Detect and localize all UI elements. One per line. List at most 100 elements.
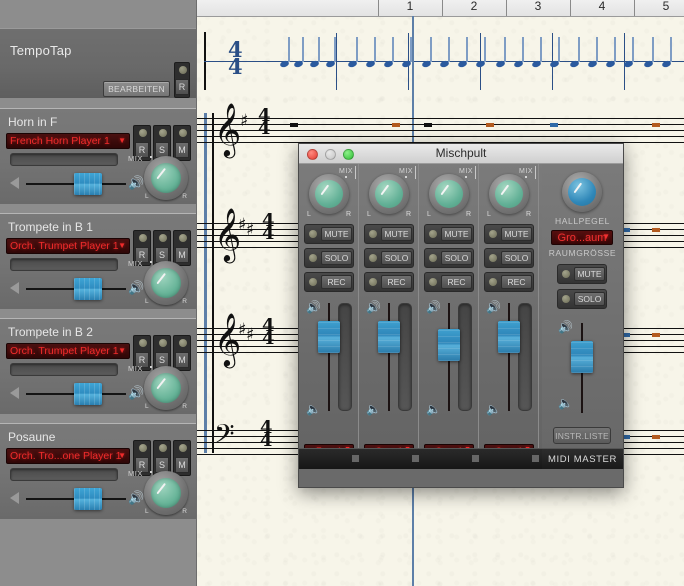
- note[interactable]: [290, 123, 298, 127]
- volume-high-icon: 🔊: [128, 385, 145, 400]
- track-mute-button[interactable]: M: [173, 335, 191, 371]
- fader-handle[interactable]: [318, 321, 340, 353]
- track-instrument-select[interactable]: French Horn Player 1 ▼: [6, 133, 130, 149]
- tempotap-edit-button[interactable]: BEARBEITEN: [103, 81, 170, 97]
- track-instrument-select[interactable]: Orch. Tro...one Player 1 ▼: [6, 448, 130, 464]
- channel-pan-knob[interactable]: L R: [487, 174, 531, 218]
- channel-rec-button[interactable]: REC: [484, 272, 534, 292]
- reverb-level-knob[interactable]: [562, 172, 602, 212]
- volume-handle[interactable]: [74, 173, 102, 195]
- note[interactable]: [652, 333, 660, 337]
- channel-volume-fader[interactable]: 🔊 🔈: [479, 299, 538, 419]
- tempotap-record-button[interactable]: R: [174, 62, 190, 98]
- volume-handle[interactable]: [74, 278, 102, 300]
- channel-volume-fader[interactable]: 🔊 🔈: [359, 299, 418, 419]
- channel-pan-knob[interactable]: L R: [367, 174, 411, 218]
- channel-rec-button[interactable]: REC: [364, 272, 414, 292]
- track-volume-slider[interactable]: 🔊: [8, 381, 144, 407]
- fader-handle[interactable]: [498, 321, 520, 353]
- track-strip-horn-in-f[interactable]: Horn in F French Horn Player 1 ▼ R S M M…: [0, 108, 196, 204]
- mix-dot-icon: [525, 176, 527, 178]
- channel-pan-knob[interactable]: L R: [427, 174, 471, 218]
- track-mute-button[interactable]: M: [173, 230, 191, 266]
- mixer-channel-trompete-in-b-1[interactable]: MIX L R MUTE SOLO REC 🔊 🔈: [359, 164, 419, 469]
- instrument-list-button[interactable]: INSTR.LISTE: [553, 427, 611, 444]
- mixer-scroll-footer[interactable]: [299, 448, 542, 469]
- channel-solo-button[interactable]: SOLO: [304, 248, 354, 268]
- master-volume-fader[interactable]: 🔊 🔈: [542, 319, 623, 439]
- channel-volume-fader[interactable]: 🔊 🔈: [419, 299, 478, 419]
- note[interactable]: [424, 123, 432, 127]
- channel-solo-button[interactable]: SOLO: [364, 248, 414, 268]
- note[interactable]: [392, 123, 400, 127]
- mixer-channel-posaune[interactable]: MIX L R MUTE SOLO REC 🔊 🔈: [479, 164, 539, 469]
- note[interactable]: [652, 435, 660, 439]
- master-mute-button[interactable]: MUTE: [557, 264, 607, 284]
- track-volume-slider[interactable]: 🔊: [8, 486, 144, 512]
- fader-track: [508, 303, 510, 411]
- mixer-body[interactable]: MIX L R MUTE SOLO REC 🔊 🔈 MIX L R MUTE S…: [299, 164, 623, 469]
- resize-grip-icon[interactable]: [472, 455, 479, 462]
- channel-rec-button[interactable]: REC: [424, 272, 474, 292]
- track-pan-knob[interactable]: L R: [144, 366, 188, 410]
- channel-volume-fader[interactable]: 🔊 🔈: [299, 299, 358, 419]
- resize-grip-icon[interactable]: [352, 455, 359, 462]
- fader-handle[interactable]: [378, 321, 400, 353]
- key-signature-sharp: ♯: [240, 111, 249, 131]
- raumgroesse-select[interactable]: Gro...aum ▼: [551, 230, 613, 245]
- note[interactable]: [652, 123, 660, 127]
- channel-mute-button[interactable]: MUTE: [364, 224, 414, 244]
- channel-solo-button[interactable]: SOLO: [424, 248, 474, 268]
- track-strip-posaune[interactable]: Posaune Orch. Tro...one Player 1 ▼ R S M…: [0, 423, 196, 519]
- track-name: Trompete in B 1: [8, 220, 93, 234]
- note[interactable]: [550, 123, 558, 127]
- track-list-panel[interactable]: TempoTap BEARBEITEN R Horn in F French H…: [0, 0, 197, 586]
- track-instrument-select[interactable]: Orch. Trumpet Player 1 ▼: [6, 238, 130, 254]
- track-instrument-select[interactable]: Orch. Trumpet Player 1 ▼: [6, 343, 130, 359]
- volume-high-icon: 🔊: [306, 300, 321, 314]
- track-volume-slider[interactable]: 🔊: [8, 276, 144, 302]
- volume-low-icon: [10, 387, 19, 399]
- channel-pan-knob[interactable]: L R: [307, 174, 351, 218]
- tempotap-strip[interactable]: TempoTap BEARBEITEN R: [0, 28, 196, 99]
- staff-horn-in-f[interactable]: 𝄞 ♯ 4 4: [196, 106, 684, 152]
- mixer-window[interactable]: Mischpult MIX L R MUTE SOLO REC 🔊 🔈 MIX …: [298, 143, 624, 488]
- track-name: Horn in F: [8, 115, 58, 129]
- mute-led-icon: [562, 270, 570, 278]
- mixer-titlebar[interactable]: Mischpult: [299, 144, 623, 164]
- note[interactable]: [486, 123, 494, 127]
- track-mute-button[interactable]: M: [173, 125, 191, 161]
- track-pan-knob[interactable]: L R: [144, 156, 188, 200]
- track-strip-trompete-in-b-2[interactable]: Trompete in B 2 Orch. Trumpet Player 1 ▼…: [0, 318, 196, 414]
- resize-grip-icon[interactable]: [412, 455, 419, 462]
- channel-mute-button[interactable]: MUTE: [484, 224, 534, 244]
- solo-led-icon: [489, 254, 497, 262]
- mix-label: MIX: [399, 168, 413, 175]
- channel-mute-button[interactable]: MUTE: [424, 224, 474, 244]
- tempo-time-signature-bottom: 4: [228, 54, 243, 79]
- measure-ruler[interactable]: 1 2 3 4 5: [196, 0, 684, 17]
- channel-mute-button[interactable]: MUTE: [304, 224, 354, 244]
- track-pan-knob[interactable]: L R: [144, 261, 188, 305]
- track-strip-trompete-in-b-1[interactable]: Trompete in B 1 Orch. Trumpet Player 1 ▼…: [0, 213, 196, 309]
- resize-grip-icon[interactable]: [532, 455, 539, 462]
- note[interactable]: [652, 228, 660, 232]
- volume-handle[interactable]: [74, 488, 102, 510]
- fader-handle[interactable]: [438, 329, 460, 361]
- solo-led-icon: [369, 254, 377, 262]
- track-volume-slider[interactable]: 🔊: [8, 171, 144, 197]
- mixer-master-strip[interactable]: HALLPEGEL Gro...aum ▼ RAUMGRÖSSE MUTE SO…: [542, 164, 623, 469]
- volume-handle[interactable]: [74, 383, 102, 405]
- fader-handle[interactable]: [571, 341, 593, 373]
- mix-label: MIX: [519, 168, 533, 175]
- mixer-channel-horn-in-f[interactable]: MIX L R MUTE SOLO REC 🔊 🔈: [299, 164, 359, 469]
- pan-knob-face: [315, 180, 343, 208]
- track-mute-button[interactable]: M: [173, 440, 191, 476]
- master-solo-button[interactable]: SOLO: [557, 289, 607, 309]
- tempo-lane[interactable]: 4 4: [196, 16, 684, 106]
- channel-rec-button[interactable]: REC: [304, 272, 354, 292]
- channel-solo-button[interactable]: SOLO: [484, 248, 534, 268]
- track-pan-knob[interactable]: L R: [144, 471, 188, 515]
- time-signature-bottom: 4: [262, 328, 275, 349]
- mixer-channel-trompete-in-b-2[interactable]: MIX L R MUTE SOLO REC 🔊 🔈: [419, 164, 479, 469]
